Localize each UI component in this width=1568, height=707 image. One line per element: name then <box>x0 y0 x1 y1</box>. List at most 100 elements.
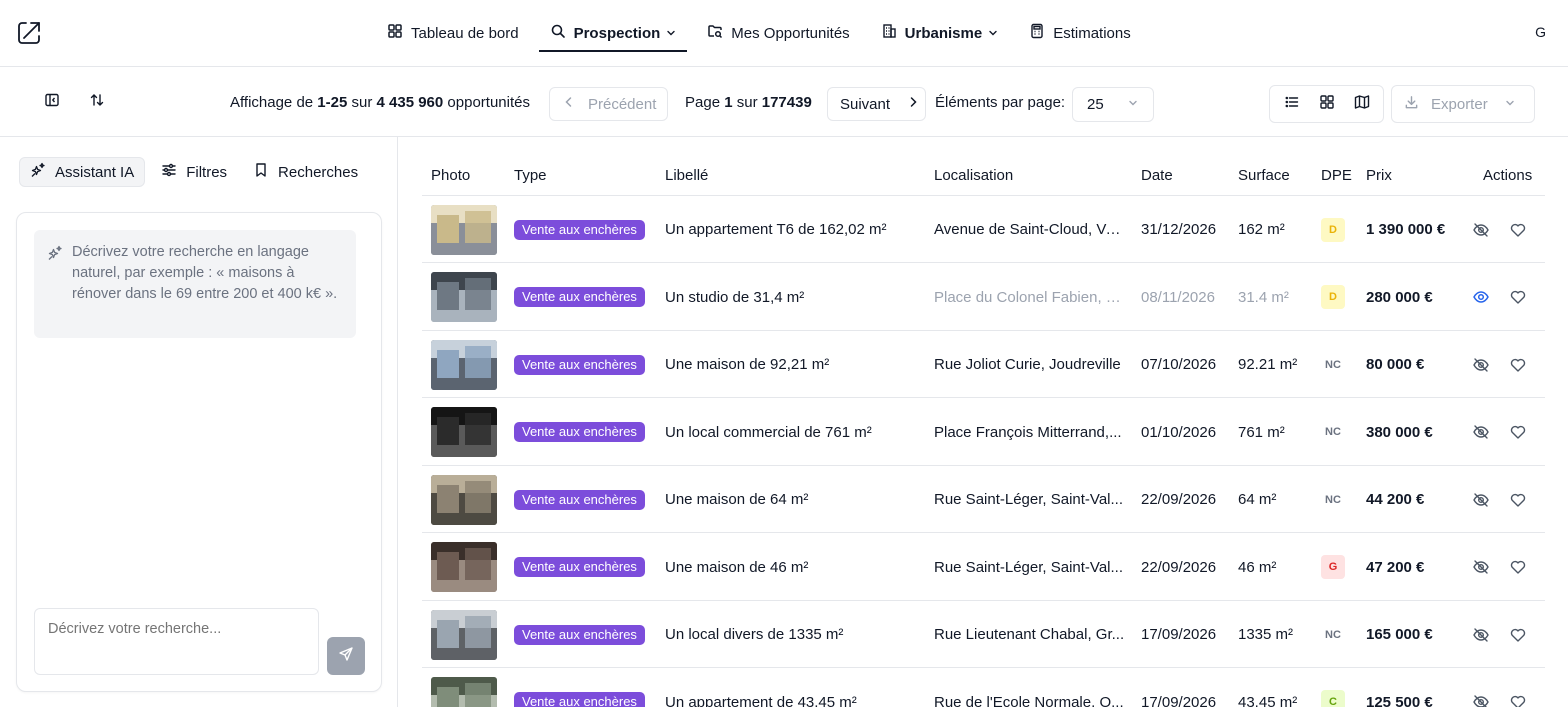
photo-cell <box>431 534 497 601</box>
dpe-cell: NC <box>1321 466 1345 533</box>
property-photo[interactable] <box>431 204 497 255</box>
property-photo[interactable] <box>431 542 497 592</box>
property-photo[interactable] <box>431 677 497 707</box>
tab-assistant-ia[interactable]: Assistant IA <box>19 157 146 187</box>
chevron-right-icon <box>906 95 920 113</box>
nav-label: Urbanisme <box>904 24 983 42</box>
table-row[interactable]: Vente aux enchères Une maison de 92,21 m²… <box>422 331 1545 398</box>
header-prix[interactable]: Prix <box>1366 167 1392 184</box>
eye-off-icon[interactable] <box>1471 220 1491 240</box>
table-row[interactable]: Vente aux enchères Un studio de 31,4 m² Pl… <box>422 264 1545 331</box>
localisation-text: Rue Saint-Léger, Saint-Val... <box>934 491 1123 508</box>
toggle-sidebar-button[interactable] <box>42 92 62 112</box>
calculator-icon <box>1029 23 1045 43</box>
user-avatar[interactable]: G <box>1535 24 1546 40</box>
per-page-value: 25 <box>1087 96 1104 113</box>
header-type[interactable]: Type <box>514 167 547 184</box>
localisation-cell: Rue Saint-Léger, Saint-Val... <box>934 534 1126 601</box>
eye-off-icon[interactable] <box>1471 422 1491 442</box>
nav-urbanisme[interactable]: Urbanisme <box>870 14 1010 52</box>
heart-icon[interactable] <box>1508 557 1528 577</box>
localisation-cell: Avenue de Saint-Cloud, Ve... <box>934 196 1126 263</box>
map-view-button[interactable] <box>1348 90 1376 118</box>
heart-icon[interactable] <box>1508 490 1528 510</box>
assistant-search-input[interactable] <box>34 608 319 675</box>
libelle-cell[interactable]: Un appartement T6 de 162,02 m² <box>665 196 887 263</box>
nav-tableau-de-bord[interactable]: Tableau de bord <box>376 14 530 52</box>
libelle-cell[interactable]: Une maison de 92,21 m² <box>665 331 829 398</box>
assistant-hint: Décrivez votre recherche en langage natu… <box>34 230 356 338</box>
table-row[interactable]: Vente aux enchères Un local commercial de… <box>422 399 1545 466</box>
libelle-cell[interactable]: Un local divers de 1335 m² <box>665 601 843 668</box>
table-row[interactable]: Vente aux enchères Une maison de 46 m² Rue… <box>422 534 1545 601</box>
ai-assistant-panel: Décrivez votre recherche en langage natu… <box>16 212 382 692</box>
tab-recherches[interactable]: Recherches <box>243 157 368 187</box>
table-row[interactable]: Vente aux enchères Une maison de 64 m² Rue… <box>422 466 1545 533</box>
app-logo-icon[interactable] <box>16 20 42 46</box>
table-row[interactable]: Vente aux enchères Un local divers de 133… <box>422 601 1545 668</box>
actions-cell <box>1471 196 1491 263</box>
localisation-text: Avenue de Saint-Cloud, Ve... <box>934 221 1126 238</box>
libelle-cell[interactable]: Un studio de 31,4 m² <box>665 264 804 331</box>
send-button[interactable] <box>327 637 365 675</box>
type-badge: Vente aux enchères <box>514 219 645 240</box>
bookmark-icon <box>253 162 269 182</box>
property-photo[interactable] <box>431 339 497 390</box>
nav-estimations[interactable]: Estimations <box>1018 14 1142 52</box>
table-row[interactable]: Vente aux enchères Un appartement T6 de 1… <box>422 196 1545 263</box>
eye-icon[interactable] <box>1471 287 1491 307</box>
header-date[interactable]: Date <box>1141 167 1173 184</box>
eye-off-icon[interactable] <box>1471 490 1491 510</box>
heart-icon[interactable] <box>1508 355 1528 375</box>
header-libelle[interactable]: Libellé <box>665 167 708 184</box>
eye-off-icon[interactable] <box>1471 692 1491 707</box>
grid-view-button[interactable] <box>1313 90 1341 118</box>
nav-mes-opportunites[interactable]: Mes Opportunités <box>696 14 860 52</box>
heart-icon[interactable] <box>1508 422 1528 442</box>
per-page-label: Éléments par page: <box>935 94 1066 111</box>
localisation-cell: Rue Saint-Léger, Saint-Val... <box>934 466 1126 533</box>
header-surface[interactable]: Surface <box>1238 167 1290 184</box>
date-cell: 22/09/2026 <box>1141 491 1217 508</box>
eye-off-icon[interactable] <box>1471 625 1491 645</box>
page-indicator: Page 1 sur 177439 <box>685 94 812 111</box>
eye-off-icon[interactable] <box>1471 557 1491 577</box>
property-photo[interactable] <box>431 474 497 525</box>
previous-page-button[interactable]: Précédent <box>549 87 668 121</box>
libelle-cell[interactable]: Une maison de 64 m² <box>665 466 808 533</box>
list-view-button[interactable] <box>1278 90 1306 118</box>
heart-icon[interactable] <box>1508 287 1528 307</box>
heart-icon[interactable] <box>1508 220 1528 240</box>
header-localisation[interactable]: Localisation <box>934 167 1013 184</box>
per-page-select[interactable]: 25 <box>1072 87 1154 122</box>
export-button[interactable]: Exporter <box>1391 85 1535 123</box>
actions-cell <box>1471 601 1491 668</box>
next-page-button[interactable]: Suivant <box>827 87 926 121</box>
header-photo[interactable]: Photo <box>431 167 470 184</box>
header-dpe[interactable]: DPE <box>1321 167 1352 184</box>
eye-off-icon[interactable] <box>1471 355 1491 375</box>
heart-icon[interactable] <box>1508 625 1528 645</box>
libelle-cell[interactable]: Une maison de 46 m² <box>665 534 808 601</box>
property-photo[interactable] <box>431 609 497 660</box>
table-row[interactable]: Vente aux enchères Un appartement de 43,4… <box>422 669 1545 707</box>
dpe-badge: NC <box>1325 426 1341 438</box>
localisation-text: Place du Colonel Fabien, P... <box>934 288 1126 306</box>
actions-cell <box>1471 399 1491 466</box>
type-badge: Vente aux enchères <box>514 354 645 375</box>
top-navigation: Tableau de bord Prospection Mes Opportun… <box>0 0 1568 67</box>
property-photo[interactable] <box>431 407 497 457</box>
surface-cell: 43.45 m² <box>1238 693 1298 707</box>
nav-prospection[interactable]: Prospection <box>538 14 688 52</box>
sort-button[interactable] <box>87 92 107 112</box>
libelle-cell[interactable]: Un appartement de 43,45 m² <box>665 669 857 707</box>
property-photo[interactable] <box>431 272 497 322</box>
libelle-cell[interactable]: Un local commercial de 761 m² <box>665 399 872 466</box>
dpe-badge: NC <box>1325 493 1341 506</box>
dpe-cell: NC <box>1321 399 1345 466</box>
previous-label: Précédent <box>588 95 657 113</box>
heart-icon[interactable] <box>1508 692 1528 707</box>
table-header: Photo Type Libellé Localisation Date Sur… <box>422 155 1545 196</box>
tab-filtres[interactable]: Filtres <box>151 157 237 187</box>
type-cell: Vente aux enchères <box>514 534 645 601</box>
